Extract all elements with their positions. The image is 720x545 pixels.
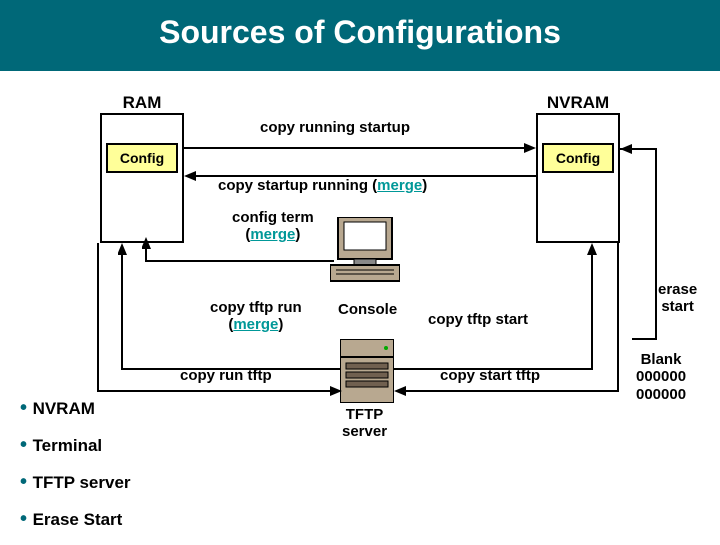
tftp-server-label: TFTP server [342, 407, 387, 440]
label-copy-run-tftp: copy run tftp [180, 367, 272, 384]
bullet-erase-start: Erase Start [20, 508, 131, 531]
bullet-tftp-server: TFTP server [20, 471, 131, 494]
nvram-label: NVRAM [536, 93, 620, 113]
page-title: Sources of Configurations [0, 0, 720, 71]
bullet-terminal: Terminal [20, 434, 131, 457]
bullet-list: NVRAM Terminal TFTP server Erase Start [20, 397, 131, 545]
nvram-config-box: Config [542, 143, 614, 173]
ram-label: RAM [100, 93, 184, 113]
label-copy-start-tftp: copy start tftp [440, 367, 540, 384]
blank-text: Blank 000000 000000 [636, 351, 686, 403]
label-erase-start: erase start [658, 281, 697, 316]
label-copy-startup-running: copy startup running (merge) [218, 177, 427, 194]
bullet-nvram: NVRAM [20, 397, 131, 420]
arrow-erase-start [620, 141, 700, 351]
ram-config-box: Config [106, 143, 178, 173]
arrow-copy-running-startup [184, 141, 536, 155]
diagram-canvas: RAM Config NVRAM Config copy running sta… [0, 71, 720, 531]
label-copy-running-startup: copy running startup [260, 119, 410, 136]
